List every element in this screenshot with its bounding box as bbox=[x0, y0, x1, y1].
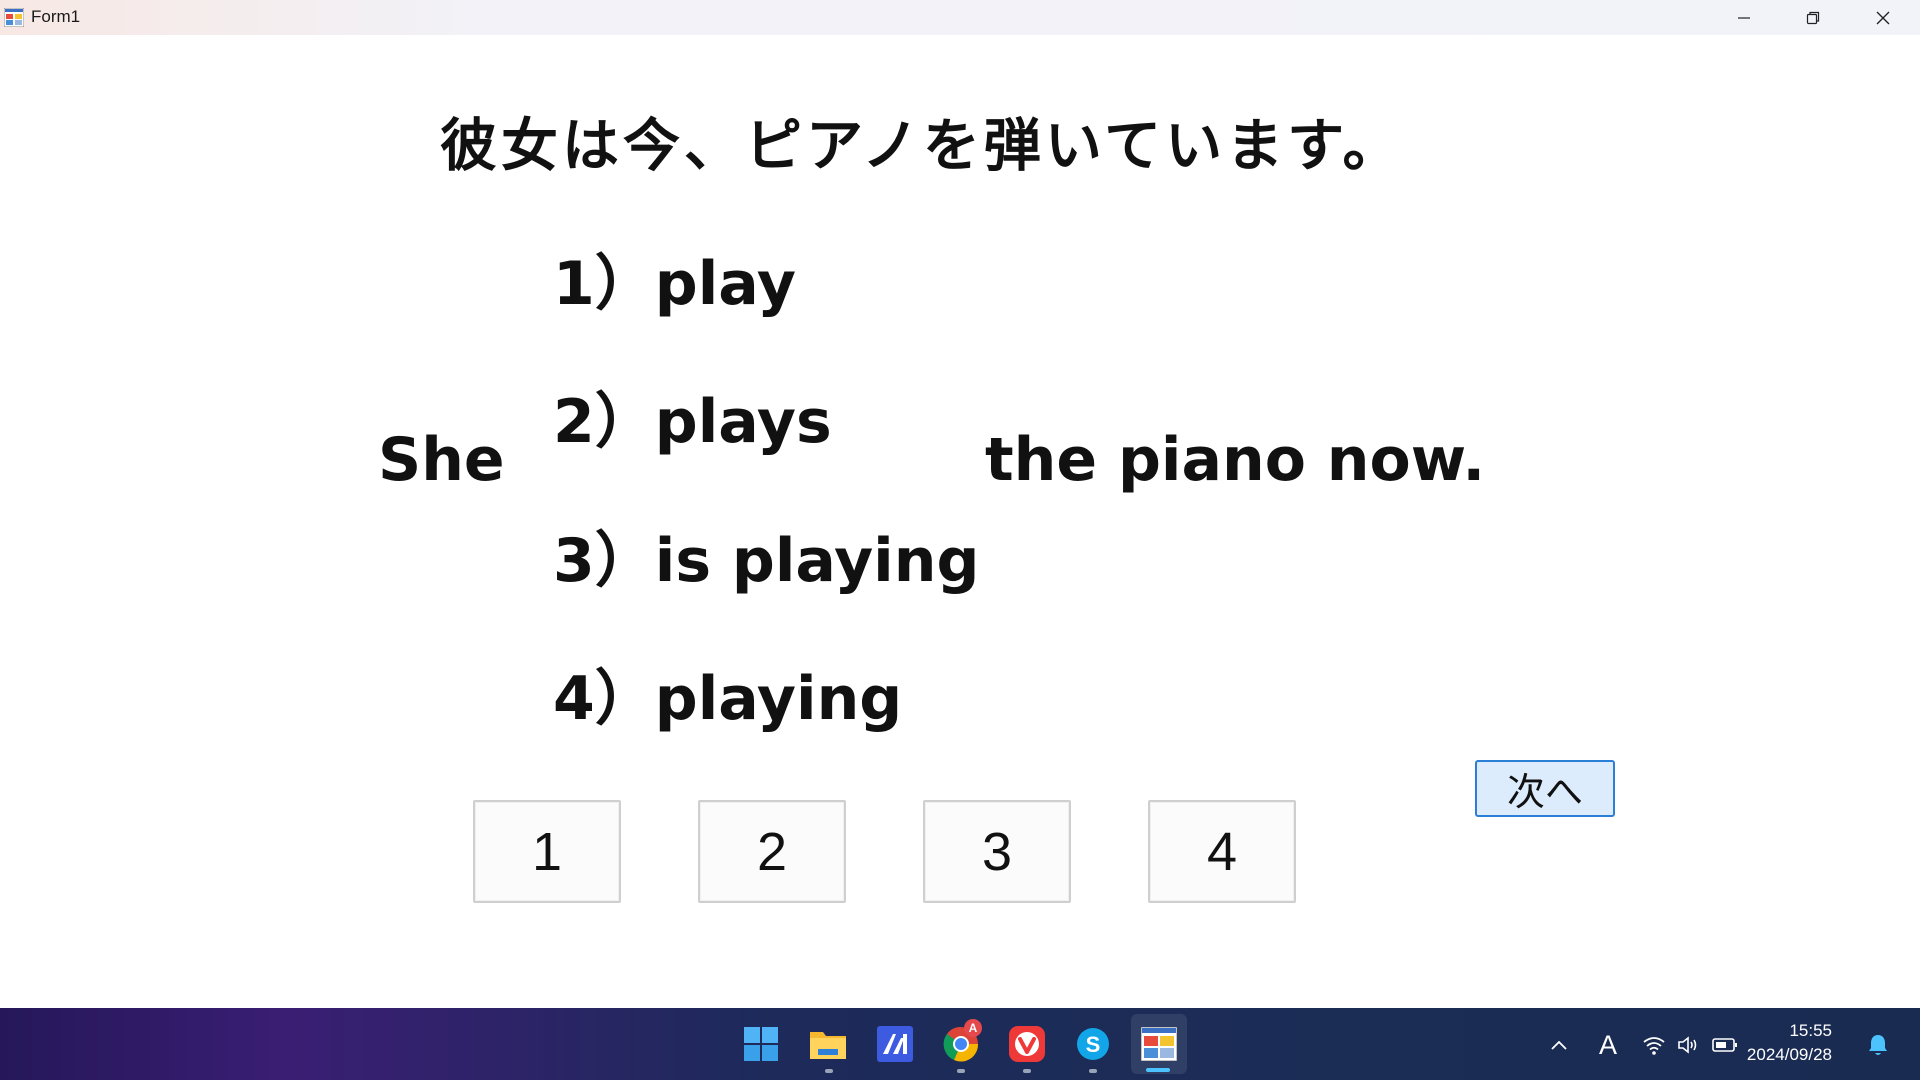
minimize-icon bbox=[1738, 16, 1750, 19]
show-hidden-icons-button[interactable] bbox=[1545, 1030, 1573, 1060]
choice-3: 3）is playing bbox=[553, 526, 980, 596]
title-bar: Form1 bbox=[0, 0, 1920, 35]
file-explorer-icon[interactable] bbox=[808, 1024, 848, 1064]
minimize-button[interactable] bbox=[1709, 0, 1779, 35]
running-indicator bbox=[1089, 1069, 1097, 1073]
window-title: Form1 bbox=[31, 7, 81, 26]
clock-date[interactable]: 2024/09/28 bbox=[1722, 1045, 1832, 1065]
choice-2: 2）plays bbox=[553, 387, 832, 457]
chrome-profile-badge: A bbox=[964, 1019, 982, 1037]
sentence-rest: the piano now. bbox=[985, 425, 1486, 495]
answer-button-3[interactable]: 3 bbox=[923, 800, 1071, 903]
japanese-question: 彼女は今、ピアノを弾いています。 bbox=[440, 113, 1404, 179]
app-icon bbox=[3, 7, 25, 28]
wifi-icon[interactable] bbox=[1640, 1030, 1668, 1060]
running-indicator bbox=[825, 1069, 833, 1073]
ime-indicator[interactable]: A bbox=[1593, 1030, 1623, 1060]
app-m-icon[interactable] bbox=[875, 1024, 915, 1064]
form-app-icon[interactable] bbox=[1139, 1024, 1179, 1064]
chevron-up-icon bbox=[1551, 1040, 1567, 1050]
svg-text:S: S bbox=[1086, 1032, 1101, 1057]
answer-button-1[interactable]: 1 bbox=[473, 800, 621, 903]
sentence-subject: She bbox=[378, 425, 505, 495]
active-indicator bbox=[1146, 1068, 1170, 1072]
windows-start-icon[interactable] bbox=[741, 1024, 781, 1064]
running-indicator bbox=[1023, 1069, 1031, 1073]
close-icon bbox=[1876, 11, 1890, 24]
next-button[interactable]: 次へ bbox=[1475, 760, 1615, 817]
skype-icon[interactable]: S bbox=[1073, 1024, 1113, 1064]
choice-4: 4）playing bbox=[553, 664, 903, 734]
volume-icon[interactable] bbox=[1674, 1030, 1702, 1060]
close-button[interactable] bbox=[1848, 0, 1918, 35]
answer-button-2[interactable]: 2 bbox=[698, 800, 846, 903]
restore-icon bbox=[1806, 11, 1820, 24]
answer-button-4[interactable]: 4 bbox=[1148, 800, 1296, 903]
clock-time[interactable]: 15:55 bbox=[1722, 1021, 1832, 1041]
restore-button[interactable] bbox=[1778, 0, 1848, 35]
running-indicator bbox=[957, 1069, 965, 1073]
choice-1: 1）play bbox=[553, 249, 797, 319]
notification-bell-icon[interactable] bbox=[1864, 1030, 1892, 1060]
vivaldi-icon[interactable] bbox=[1007, 1024, 1047, 1064]
